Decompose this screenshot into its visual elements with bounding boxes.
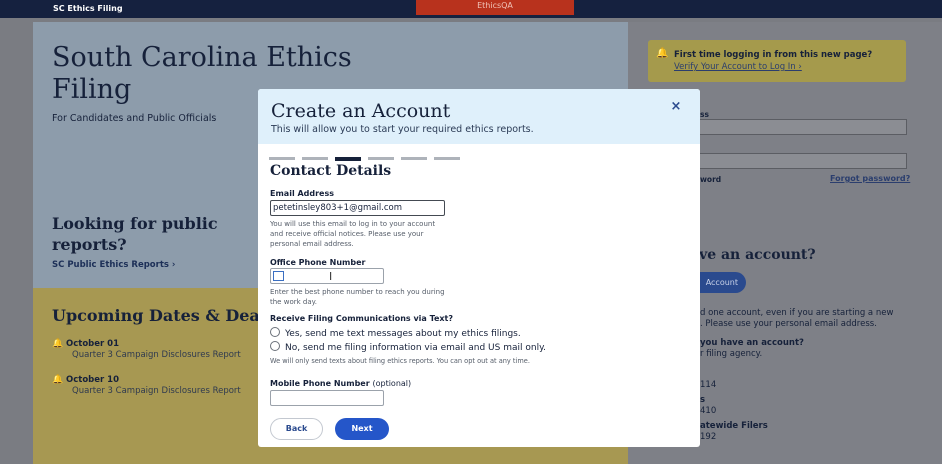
create-account-modal: Create an Account This will allow you to…: [258, 89, 700, 447]
bell-icon: 🔔: [656, 48, 669, 59]
office-phone-hint: Enter the best phone number to reach you…: [270, 288, 445, 306]
contact-phone: 410: [700, 406, 717, 416]
statewide-label: atewide Filers: [700, 421, 768, 431]
email-input[interactable]: petetinsley803+1@gmail.com: [270, 200, 445, 216]
back-button[interactable]: Back: [270, 418, 323, 440]
event-item: 🔔 October 10 Quarter 3 Campaign Disclosur…: [52, 375, 241, 396]
texts-label: Receive Filing Communications via Text?: [270, 314, 454, 323]
event-item: 🔔 October 01 Quarter 3 Campaign Disclosur…: [52, 339, 241, 360]
forgot-password-link[interactable]: Forgot password?: [830, 174, 910, 183]
section-title: Contact Details: [270, 163, 392, 179]
account-note: . Please use your personal email address…: [700, 319, 877, 329]
close-icon[interactable]: ×: [668, 99, 684, 115]
texts-note: We will only send texts about filing eth…: [270, 357, 530, 365]
office-phone-input[interactable]: [270, 268, 384, 284]
contact-label: s: [700, 395, 706, 405]
page-subtitle: For Candidates and Public Officials: [52, 113, 217, 124]
texts-yes-option[interactable]: Yes, send me text messages about my ethi…: [270, 327, 521, 339]
have-account-heading: ave an account?: [690, 247, 816, 263]
login-email-input[interactable]: [680, 119, 907, 135]
email-hint: You will use this email to log in to you…: [270, 220, 436, 248]
login-password-input[interactable]: [680, 153, 907, 169]
modal-title: Create an Account: [271, 100, 451, 122]
contact-phone: 114: [700, 380, 717, 390]
radio-button[interactable]: [270, 341, 280, 351]
text-cursor-icon: I: [329, 270, 333, 283]
bell-icon: 🔔: [52, 339, 64, 349]
focus-indicator: [273, 271, 284, 281]
account-note: d one account, even if you are starting …: [700, 308, 894, 318]
progress-step: [269, 157, 295, 160]
first-login-notice: 🔔 First time logging in from this new pa…: [648, 40, 906, 82]
public-reports-heading: Looking for public reports?: [52, 214, 218, 254]
office-phone-label: Office Phone Number: [270, 258, 366, 267]
email-address-label: Email Address: [270, 189, 335, 198]
progress-step: [368, 157, 394, 160]
progress-step: [401, 157, 427, 160]
progress-step: [434, 157, 460, 160]
question-heading: you have an account?: [700, 338, 804, 348]
public-reports-link[interactable]: SC Public Ethics Reports ›: [52, 260, 175, 270]
mobile-phone-input[interactable]: [270, 390, 384, 406]
top-bar: SC Ethics Filing EthicsQA: [0, 0, 942, 18]
email-label: ss: [700, 110, 709, 119]
environment-badge: EthicsQA: [416, 0, 574, 15]
contact-phone: 192: [700, 432, 717, 442]
upcoming-heading: Upcoming Dates & Deadlines: [52, 306, 258, 325]
password-label: word: [700, 175, 722, 184]
mobile-phone-label: Mobile Phone Number (optional): [270, 379, 412, 388]
progress-step: [302, 157, 328, 160]
bell-icon: 🔔: [52, 375, 64, 385]
next-button[interactable]: Next: [335, 418, 389, 440]
progress-step: [335, 157, 361, 161]
modal-header: Create an Account This will allow you to…: [258, 89, 700, 144]
radio-button[interactable]: [270, 327, 280, 337]
texts-no-option[interactable]: No, send me filing information via email…: [270, 341, 546, 353]
modal-subtitle: This will allow you to start your requir…: [271, 124, 534, 135]
brand-name[interactable]: SC Ethics Filing: [53, 4, 123, 13]
verify-account-link[interactable]: Verify Your Account to Log In ›: [674, 62, 802, 72]
question-sub: r filing agency.: [700, 349, 763, 359]
